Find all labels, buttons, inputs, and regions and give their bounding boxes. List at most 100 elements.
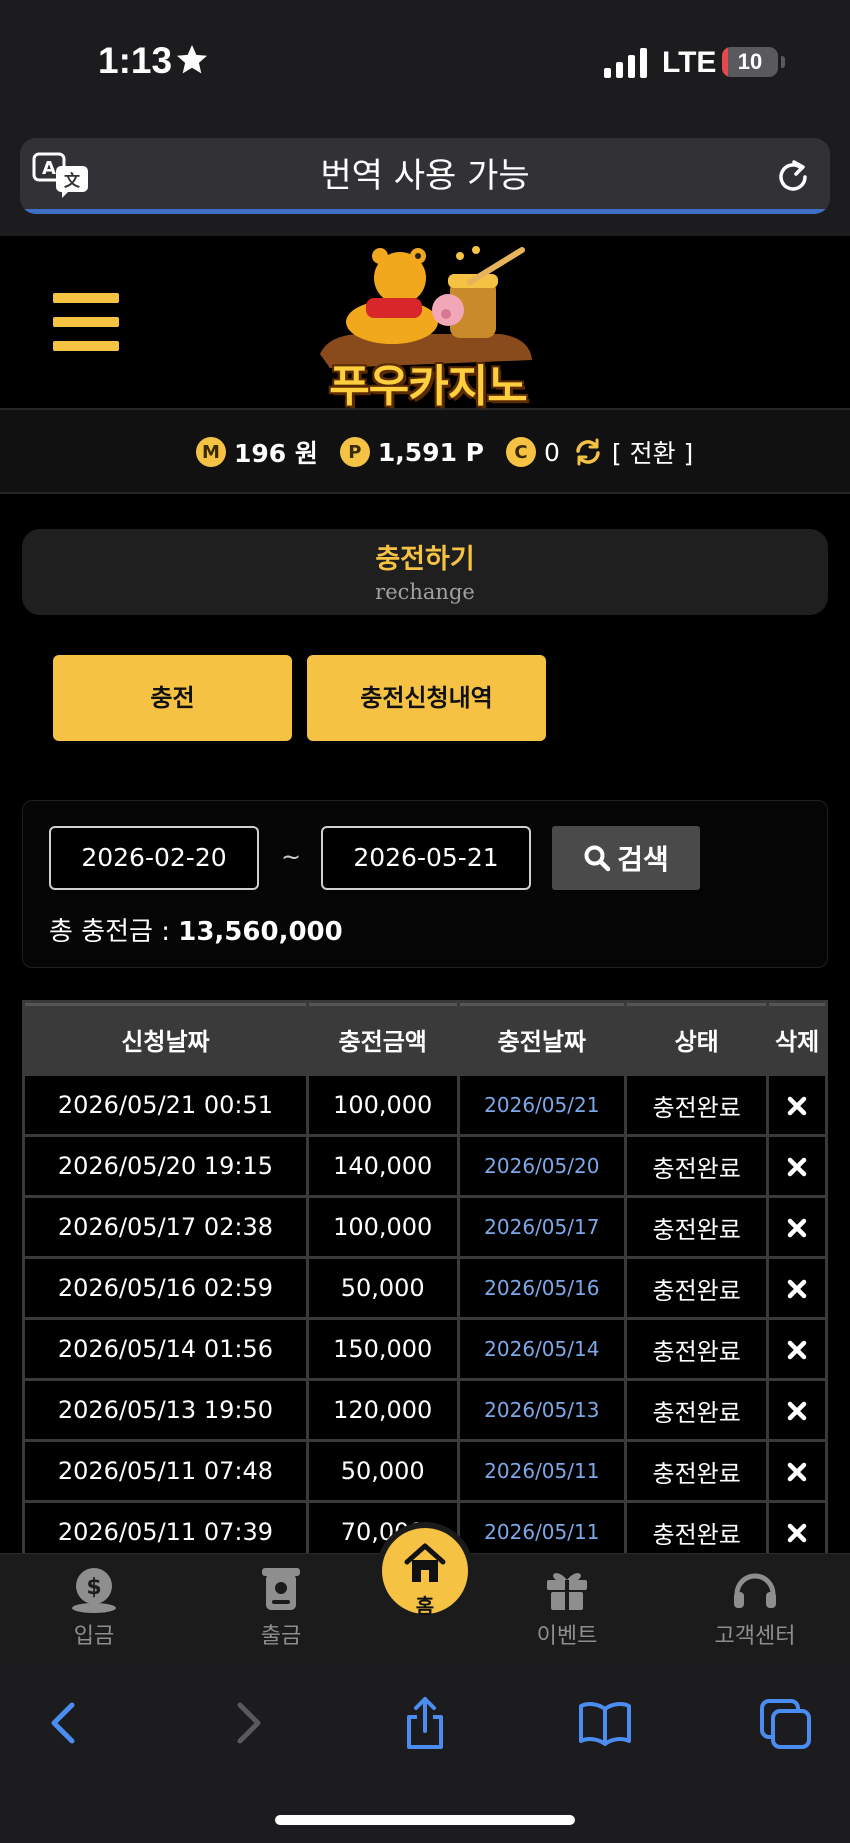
address-bar[interactable]: A 文 번역 사용 가능 xyxy=(20,138,830,214)
request-date-cell: 2026/05/21 00:51 xyxy=(25,1076,306,1134)
delete-cell[interactable] xyxy=(769,1442,825,1500)
convert-link[interactable]: [ 전환 ] xyxy=(612,434,693,470)
nav-support[interactable]: 고객센터 xyxy=(680,1564,830,1650)
site-logo[interactable]: 푸우카지노 xyxy=(300,242,550,412)
share-icon[interactable] xyxy=(397,1695,453,1751)
delete-cell[interactable] xyxy=(769,1259,825,1317)
delete-x-icon[interactable] xyxy=(787,1279,807,1299)
status-cell: 충전완료 xyxy=(627,1076,767,1134)
home-icon xyxy=(404,1543,446,1582)
page-title: 충전하기 xyxy=(375,544,475,575)
status-cell: 충전완료 xyxy=(627,1259,767,1317)
site-header: 푸우카지노 xyxy=(0,236,850,412)
end-date-input[interactable]: 2026-05-21 xyxy=(321,826,531,890)
nav-deposit[interactable]: $ 입금 xyxy=(19,1564,169,1650)
status-cell: 충전완료 xyxy=(627,1381,767,1439)
search-button[interactable]: 검색 xyxy=(552,826,700,890)
headset-icon xyxy=(734,1573,776,1608)
table-body: 2026/05/21 00:51 100,000 2026/05/21 충전완료 202… xyxy=(25,1076,825,1561)
request-date-cell: 2026/05/16 02:59 xyxy=(25,1259,306,1317)
total-charge-label: 총 충전금 : xyxy=(49,917,179,947)
point-balance: 1,591 P xyxy=(377,437,484,467)
header-charge-date: 충전날짜 xyxy=(459,1003,625,1073)
svg-text:$: $ xyxy=(86,1575,101,1600)
charge-history-table: 신청날짜 충전금액 충전날짜 상태 삭제 2026/05/21 00:51 100… xyxy=(22,1000,828,1564)
point-icon: P xyxy=(339,437,370,467)
atm-icon xyxy=(262,1568,300,1610)
delete-cell[interactable] xyxy=(769,1381,825,1439)
battery-tip xyxy=(781,56,785,68)
forward-icon[interactable] xyxy=(220,1695,276,1751)
start-date-input[interactable]: 2026-02-20 xyxy=(49,826,259,890)
address-text[interactable]: 번역 사용 가능 xyxy=(20,138,830,214)
amount-cell: 100,000 xyxy=(308,1076,457,1134)
nav-event[interactable]: 이벤트 xyxy=(492,1564,642,1650)
status-cell: 충전완료 xyxy=(627,1320,767,1378)
battery-icon: 10 xyxy=(722,47,778,77)
delete-x-icon[interactable] xyxy=(787,1462,807,1482)
header-amount: 충전금액 xyxy=(308,1003,457,1073)
request-date-cell: 2026/05/17 02:38 xyxy=(25,1198,306,1256)
refresh-icon[interactable] xyxy=(574,438,602,466)
total-charge-value: 13,560,000 xyxy=(178,917,343,947)
charge-tab-button[interactable]: 충전 xyxy=(53,655,292,741)
charge-date-cell: 2026/05/14 xyxy=(459,1320,625,1378)
table-row: 2026/05/11 07:48 50,000 2026/05/11 충전완료 xyxy=(25,1442,825,1500)
charge-date-cell: 2026/05/13 xyxy=(459,1381,625,1439)
delete-cell[interactable] xyxy=(769,1137,825,1195)
total-charge: 총 충전금 : 13,560,000 xyxy=(49,911,343,948)
charge-date-cell: 2026/05/21 xyxy=(459,1076,625,1134)
bottom-navigation: $ 입금 출금 홈 이벤트 고객센터 xyxy=(0,1522,850,1663)
battery-percent: 10 xyxy=(737,49,763,74)
reload-icon[interactable] xyxy=(774,158,812,196)
nav-support-label: 고객센터 xyxy=(714,1624,796,1649)
delete-cell[interactable] xyxy=(769,1320,825,1378)
coin-icon: C xyxy=(506,437,536,467)
status-bar: 1:13 LTE 10 xyxy=(0,0,850,128)
money-balance: 196 원 xyxy=(234,439,318,468)
amount-cell: 140,000 xyxy=(308,1137,457,1195)
charge-history-tab-button[interactable]: 충전신청내역 xyxy=(307,655,546,741)
page-subtitle: rechange xyxy=(375,580,475,604)
charge-date-cell: 2026/05/20 xyxy=(459,1137,625,1195)
delete-x-icon[interactable] xyxy=(787,1401,807,1421)
back-icon[interactable] xyxy=(36,1695,92,1751)
cellular-signal-icon xyxy=(604,48,647,78)
tabs-icon[interactable] xyxy=(758,1695,814,1751)
logo-text: 푸우카지노 xyxy=(329,361,527,412)
coin-balance: 0 xyxy=(544,437,560,467)
delete-cell[interactable] xyxy=(769,1076,825,1134)
balance-bar: M 196 원 P 1,591 P C 0 [ 전환 ] xyxy=(0,410,850,494)
amount-cell: 100,000 xyxy=(308,1198,457,1256)
delete-x-icon[interactable] xyxy=(787,1218,807,1238)
nav-deposit-label: 입금 xyxy=(73,1624,115,1649)
charge-date-cell: 2026/05/11 xyxy=(459,1442,625,1500)
header-request-date: 신청날짜 xyxy=(25,1003,306,1073)
search-button-label: 검색 xyxy=(617,843,669,876)
search-panel: 2026-02-20 ~ 2026-05-21 검색 총 충전금 : 13,56… xyxy=(22,800,828,968)
network-type: LTE xyxy=(662,46,717,79)
delete-cell[interactable] xyxy=(769,1198,825,1256)
nav-withdraw[interactable]: 출금 xyxy=(206,1564,356,1650)
hamburger-menu-icon[interactable] xyxy=(53,293,119,351)
search-icon xyxy=(584,845,611,872)
amount-cell: 50,000 xyxy=(308,1442,457,1500)
delete-x-icon[interactable] xyxy=(787,1340,807,1360)
star-icon xyxy=(177,45,207,74)
delete-x-icon[interactable] xyxy=(787,1523,807,1543)
delete-x-icon[interactable] xyxy=(787,1096,807,1116)
bookmarks-icon[interactable] xyxy=(577,1695,633,1751)
charge-date-cell: 2026/05/17 xyxy=(459,1198,625,1256)
request-date-cell: 2026/05/13 19:50 xyxy=(25,1381,306,1439)
table-row: 2026/05/13 19:50 120,000 2026/05/13 충전완료 xyxy=(25,1381,825,1439)
table-header-row: 신청날짜 충전금액 충전날짜 상태 삭제 xyxy=(25,1003,825,1073)
browser-address-area: A 文 번역 사용 가능 xyxy=(0,128,850,236)
nav-home-label: 홈 xyxy=(415,1594,435,1618)
amount-cell: 150,000 xyxy=(308,1320,457,1378)
money-icon: M xyxy=(196,437,226,467)
amount-cell: 50,000 xyxy=(308,1259,457,1317)
delete-x-icon[interactable] xyxy=(787,1157,807,1177)
nav-home-button[interactable]: 홈 xyxy=(376,1522,474,1620)
nav-event-label: 이벤트 xyxy=(536,1624,598,1649)
request-date-cell: 2026/05/20 19:15 xyxy=(25,1137,306,1195)
